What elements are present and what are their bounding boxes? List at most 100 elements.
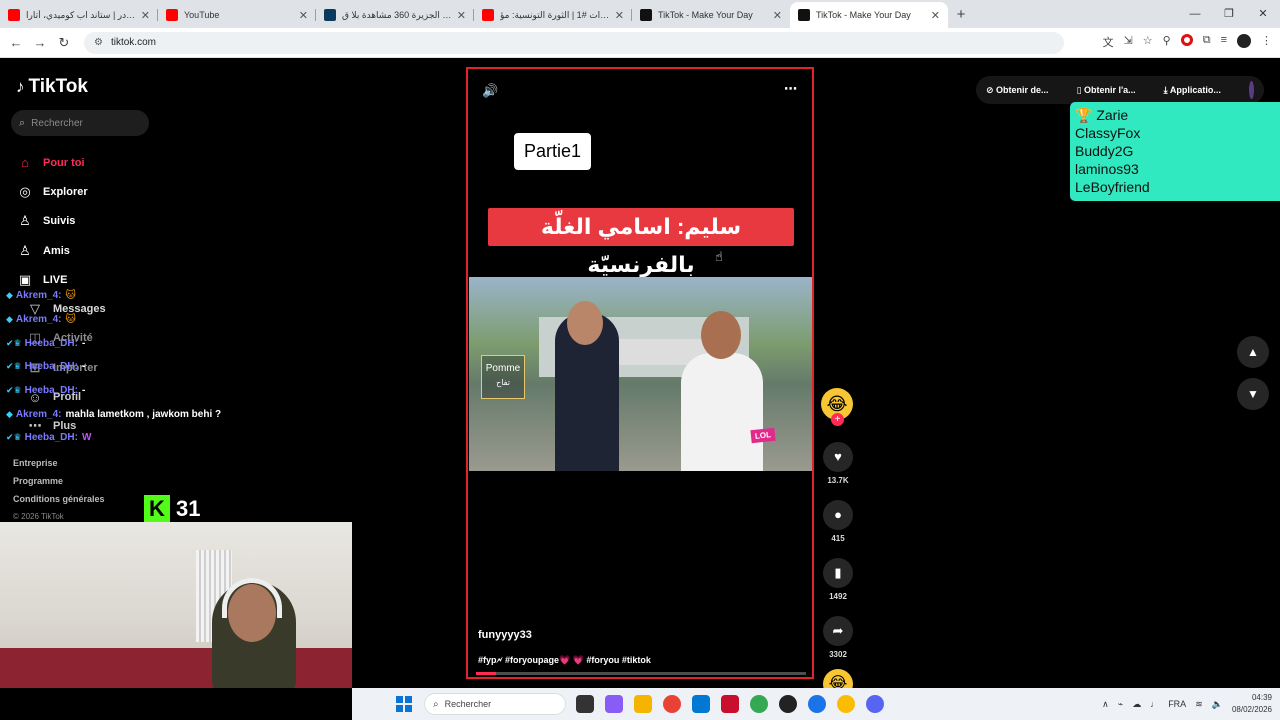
word-card-arabic: تفاح	[496, 378, 510, 387]
new-tab-icon[interactable]: +	[948, 2, 974, 28]
minimize-icon[interactable]: —	[1178, 0, 1212, 28]
comment-action[interactable]: ● 415	[821, 500, 855, 543]
leaderboard-entry: Buddy2G	[1075, 143, 1134, 159]
browser-tab-active[interactable]: TikTok - Make Your Day ✕	[790, 2, 948, 28]
tray-chevron-icon[interactable]: ∧	[1102, 699, 1109, 710]
chat-user: Akrem_4:	[15, 408, 62, 420]
site-info-icon[interactable]: ⚙	[94, 37, 103, 48]
crown-badge-icon: ✔♛	[6, 385, 22, 396]
chrome-icon[interactable]	[663, 695, 681, 713]
back-icon[interactable]: ←	[4, 35, 28, 50]
browser-toolbar: ← → ↻ ⚙ tiktok.com 文 ⇲ ☆ ⚲ ⧉ ≡ ⋮	[0, 28, 1280, 58]
volume-icon[interactable]: 🔈	[1212, 699, 1223, 710]
footer-link[interactable]: Conditions générales	[13, 494, 105, 512]
user-avatar[interactable]	[1248, 81, 1254, 99]
browser-tab[interactable]: ميتا نادر | ستاند اب كوميدي، أتارا... ✕	[0, 2, 158, 28]
install-icon[interactable]: ⇲	[1124, 34, 1133, 50]
toolbar-icons: 文 ⇲ ☆ ⚲ ⧉ ≡ ⋮	[1103, 34, 1272, 50]
bookmark-icon[interactable]: ▮	[823, 558, 853, 588]
video-author[interactable]: funyyyy33	[478, 629, 532, 641]
tab-title: YouTube	[184, 10, 220, 20]
close-tab-icon[interactable]: ✕	[457, 9, 466, 22]
share-action[interactable]: ➦ 3302	[821, 616, 855, 659]
coins-button[interactable]: ⊘ Obtenir de...	[986, 85, 1063, 96]
file-explorer-icon[interactable]	[634, 695, 652, 713]
taskbar-search[interactable]: ⌕ Rechercher	[424, 693, 566, 715]
share-icon[interactable]: ➦	[823, 616, 853, 646]
video-hashtags[interactable]: #fyp🗲 #foryoupage💗 💗 #foryou #tiktok	[478, 655, 651, 666]
more-options-icon[interactable]: ⋯	[784, 81, 798, 97]
word-card: Pomme تفاح	[481, 355, 525, 399]
previous-video-button[interactable]: ▲	[1237, 336, 1269, 368]
close-window-icon[interactable]: ✕	[1246, 0, 1280, 28]
profile-avatar[interactable]	[1237, 34, 1251, 48]
leaderboard-entry: LeBoyfriend	[1075, 179, 1150, 195]
search-icon: ⌕	[433, 698, 439, 710]
browser-tab[interactable]: YouTube ✕	[158, 2, 316, 28]
desktop-app-button[interactable]: ⤓ Applicatio...	[1164, 85, 1235, 96]
close-tab-icon[interactable]: ✕	[773, 9, 782, 22]
task-view-icon[interactable]	[576, 695, 594, 713]
chat-message: ◆ Akrem_4: 🐱	[6, 284, 221, 308]
chrome-profile-icon[interactable]	[750, 695, 768, 713]
translate-icon[interactable]: 文	[1103, 34, 1114, 50]
chrome-active-icon[interactable]	[837, 695, 855, 713]
tab-title: TikTok - Make Your Day	[658, 10, 753, 20]
search-input[interactable]: ⌕ Rechercher	[11, 110, 149, 136]
sidebar-item-pour-toi[interactable]: ⌂ Pour toi	[16, 148, 106, 177]
discord-icon[interactable]	[866, 695, 884, 713]
sidebar-item-suivis[interactable]: ♙ Suivis	[16, 207, 106, 236]
search-placeholder: Rechercher	[31, 117, 83, 129]
extension-pin-icon[interactable]: ⚲	[1163, 34, 1171, 50]
chat-text: W	[81, 432, 92, 444]
windows-start-icon[interactable]	[396, 696, 412, 712]
tiktok-logo[interactable]: ♪ TikTok	[16, 76, 88, 98]
wifi-icon[interactable]: ≋	[1195, 699, 1203, 710]
close-tab-icon[interactable]: ✕	[615, 9, 624, 22]
menu-icon[interactable]: ⋮	[1261, 34, 1272, 50]
tab-title: ميتا نادر | ستاند اب كوميدي، أتارا...	[26, 9, 137, 20]
close-tab-icon[interactable]: ✕	[141, 9, 150, 22]
reading-list-icon[interactable]: ≡	[1221, 34, 1227, 50]
clock[interactable]: 04:39 08/02/2026	[1232, 692, 1272, 716]
address-bar[interactable]: ⚙ tiktok.com	[84, 31, 1064, 54]
store-icon[interactable]	[692, 695, 710, 713]
extensions-icon[interactable]: ⧉	[1203, 34, 1211, 50]
restore-icon[interactable]: ❐	[1212, 0, 1246, 28]
network-icon[interactable]: ⌁	[1118, 699, 1123, 710]
clock-time: 04:39	[1251, 693, 1272, 702]
copilot-icon[interactable]	[605, 695, 623, 713]
footer-link[interactable]: Programme	[13, 476, 105, 494]
mic-icon[interactable]: ♩	[1150, 699, 1159, 709]
browser-tab[interactable]: مؤامرات #1 | الثورة التونسية: مؤ... ✕	[474, 2, 632, 28]
language-indicator[interactable]: FRA	[1168, 699, 1186, 709]
comment-icon[interactable]: ●	[823, 500, 853, 530]
video-progress-bar[interactable]	[476, 672, 806, 675]
sidebar-item-explorer[interactable]: ◎ Explorer	[16, 177, 106, 206]
next-video-button[interactable]: ▼	[1237, 378, 1269, 410]
volume-icon[interactable]: 🔊	[482, 83, 498, 99]
browser-tab[interactable]: منصة الجزيرة 360 مشاهدة بلا ق... ✕	[316, 2, 474, 28]
close-tab-icon[interactable]: ✕	[299, 9, 308, 22]
browser-tab[interactable]: TikTok - Make Your Day ✕	[632, 2, 790, 28]
video-player[interactable]: 🔊 ⋯ Partie1 سليم: اسامي الغلّة بالفرنسيّ…	[466, 67, 814, 679]
chrome-alt-icon[interactable]	[808, 695, 826, 713]
tiktok-page: ♪ TikTok ⌕ Rechercher ⌂ Pour toi ◎ Explo…	[0, 58, 1280, 699]
obs-icon[interactable]	[779, 695, 797, 713]
close-tab-icon[interactable]: ✕	[931, 9, 940, 22]
like-action[interactable]: ♥ 13.7K	[821, 442, 855, 485]
creator-avatar[interactable]: 😂 +	[821, 388, 853, 426]
reload-icon[interactable]: ↻	[52, 35, 76, 51]
office-icon[interactable]	[721, 695, 739, 713]
bookmark-star-icon[interactable]: ☆	[1143, 34, 1153, 50]
save-action[interactable]: ▮ 1492	[821, 558, 855, 601]
onedrive-icon[interactable]: ☁	[1132, 699, 1141, 710]
sidebar-item-amis[interactable]: ♙ Amis	[16, 236, 106, 265]
get-app-button[interactable]: ▯ Obtenir l'a...	[1077, 85, 1150, 96]
footer-link[interactable]: Entreprise	[13, 458, 105, 476]
forward-icon[interactable]: →	[28, 35, 52, 50]
opera-icon[interactable]	[1180, 34, 1193, 46]
heart-icon[interactable]: ♥	[823, 442, 853, 472]
follow-plus-icon[interactable]: +	[831, 413, 844, 426]
chat-message: ◆ Akrem_4: mahla lametkom , jawkom behi …	[6, 402, 221, 426]
